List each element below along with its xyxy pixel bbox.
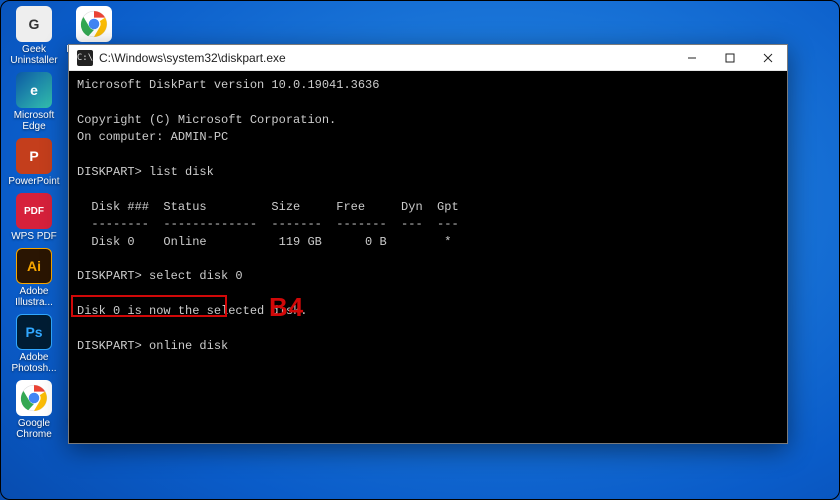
chrome-icon xyxy=(76,6,112,42)
desktop-icon-photoshop[interactable]: Ps Adobe Photosh... xyxy=(6,314,62,374)
icon-label: Adobe Photosh... xyxy=(6,352,62,374)
icon-label: Microsoft Edge xyxy=(6,110,62,132)
icon-label: Geek Uninstaller xyxy=(6,44,62,66)
desktop-background: G Geek Uninstaller King (CN1) - Chrome e… xyxy=(0,0,840,500)
window-controls xyxy=(673,45,787,70)
icon-label: Google Chrome xyxy=(6,418,62,440)
window-title: C:\Windows\system32\diskpart.exe xyxy=(99,51,673,65)
maximize-button[interactable] xyxy=(711,45,749,71)
icon-label: WPS PDF xyxy=(6,231,62,242)
edge-icon: e xyxy=(16,72,52,108)
table-header: Disk ### Status Size Free Dyn Gpt xyxy=(77,200,459,214)
console-output[interactable]: Microsoft DiskPart version 10.0.19041.36… xyxy=(69,71,787,443)
computer-line: On computer: ADMIN-PC xyxy=(77,130,228,144)
desktop-icon-wps-pdf[interactable]: PDF WPS PDF xyxy=(6,193,62,242)
desktop-icon-edge[interactable]: e Microsoft Edge xyxy=(6,72,62,132)
copyright-line: Copyright (C) Microsoft Corporation. xyxy=(77,113,336,127)
cmd-online-disk: online disk xyxy=(149,339,228,353)
prompt: DISKPART> xyxy=(77,269,142,283)
desktop-icon-illustrator[interactable]: Ai Adobe Illustra... xyxy=(6,248,62,308)
prompt: DISKPART> xyxy=(77,339,142,353)
version-line: Microsoft DiskPart version 10.0.19041.36… xyxy=(77,78,379,92)
cmd-list-disk: list disk xyxy=(149,165,214,179)
chrome-icon xyxy=(16,380,52,416)
icon-label: PowerPoint xyxy=(6,176,62,187)
geek-icon: G xyxy=(16,6,52,42)
window-titlebar[interactable]: C:\ C:\Windows\system32\diskpart.exe xyxy=(69,45,787,71)
desktop-icon-powerpoint[interactable]: P PowerPoint xyxy=(6,138,62,187)
illustrator-icon: Ai xyxy=(16,248,52,284)
cmd-select-disk: select disk 0 xyxy=(149,269,243,283)
icon-label: Adobe Illustra... xyxy=(6,286,62,308)
photoshop-icon: Ps xyxy=(16,314,52,350)
minimize-button[interactable] xyxy=(673,45,711,71)
annotation-label: B4 xyxy=(269,289,304,327)
diskpart-window[interactable]: C:\ C:\Windows\system32\diskpart.exe Mic… xyxy=(68,44,788,444)
desktop-icon-geek-uninstaller[interactable]: G Geek Uninstaller xyxy=(6,6,62,66)
table-row: Disk 0 Online 119 GB 0 B * xyxy=(77,235,451,249)
prompt: DISKPART> xyxy=(77,165,142,179)
pdf-icon: PDF xyxy=(16,193,52,229)
desktop-icon-chrome[interactable]: Google Chrome xyxy=(6,380,62,440)
console-icon: C:\ xyxy=(77,50,93,66)
close-button[interactable] xyxy=(749,45,787,71)
powerpoint-icon: P xyxy=(16,138,52,174)
table-divider: -------- ------------- ------- ------- -… xyxy=(77,217,459,231)
